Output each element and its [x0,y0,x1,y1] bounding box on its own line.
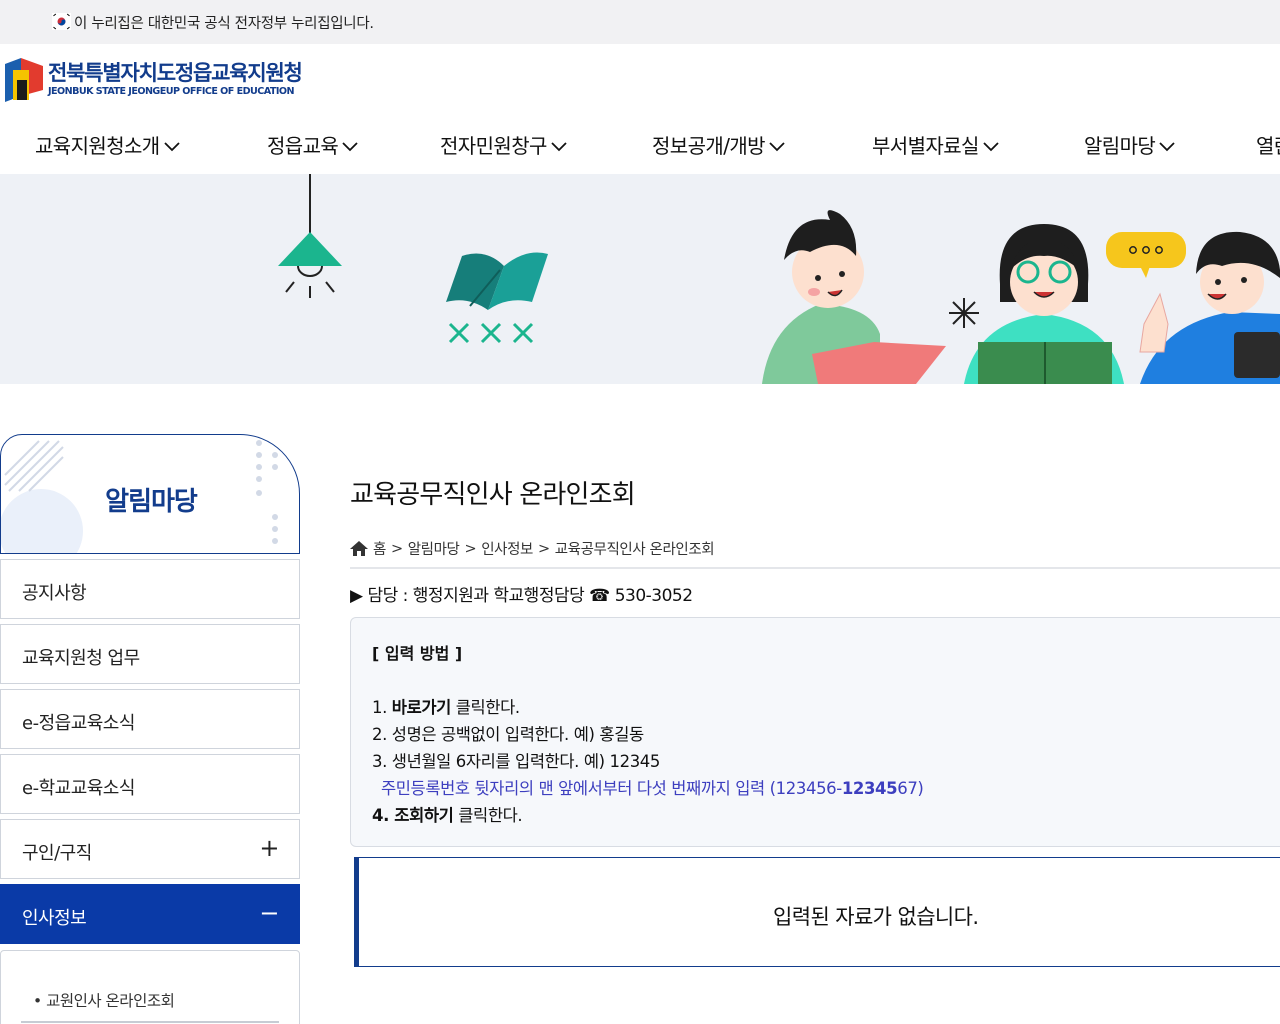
office-name-english[interactable]: JEONBUK STATE JEONGEUP OFFICE OF EDUCATI… [48,86,295,97]
nav-item-notice-board[interactable]: 알림마당 [1084,130,1175,159]
sidebar-item-e-jeongeup-news[interactable]: e-정읍교육소식 [0,689,300,749]
input-guide-box: [ 입력 방법 ] 1. 바로가기 클릭한다. 2. 성명은 공백없이 입력한다… [350,617,1280,847]
nav-item-label: 부서별자료실 [872,134,979,158]
chevron-down-icon [163,141,180,151]
hero-illustration [278,174,1280,384]
guide-shortcut-word: 바로가기 [391,698,452,717]
chevron-down-icon [551,141,567,151]
nav-item-about[interactable]: 교육지원청소개 [35,130,180,159]
guide-step-4: 4. 조회하기 클릭한다. [372,802,523,826]
sidebar-item-label: 공지사항 [22,583,87,604]
student-boy-icon [762,210,946,384]
breadcrumb-notice-board[interactable]: 알림마당 [408,538,460,559]
breadcrumb-separator: > [390,540,403,557]
guide-search-word: 4. 조회하기 [372,806,454,825]
breadcrumb-separator: > [537,540,550,557]
gov-banner-text[interactable]: 이 누리집은 대한민국 공식 전자정부 누리집입니다. [74,12,374,33]
nav-item-civil-service[interactable]: 전자민원창구 [440,130,567,159]
sidebar-item-label: 구인/구직 [22,843,92,864]
guide-step-1: 1. 바로가기 클릭한다. [372,694,520,718]
contact-info: ▶ 담당 : 행정지원과 학교행정담당 ☎ 530-3052 [350,586,693,606]
home-icon[interactable] [350,541,368,556]
guide-note-suffix: 67) [897,779,924,798]
nav-item-department-resources[interactable]: 부서별자료실 [872,130,999,159]
nav-item-jeongeup-education[interactable]: 정읍교육 [267,130,358,159]
breadcrumb-personnel-info[interactable]: 인사정보 [481,538,533,559]
sidebar-item-label: 교육지원청 업무 [22,648,140,669]
office-logo-icon[interactable] [3,56,45,102]
guide-step-3: 3. 생년월일 6자리를 입력한다. 예) 12345 [372,752,660,771]
sidebar-item-personnel-info[interactable]: 인사정보 − [0,884,300,944]
expand-plus-icon: + [259,834,279,862]
chevron-down-icon [983,141,999,151]
breadcrumb-home[interactable]: 홈 [373,538,386,559]
chevron-down-icon [342,141,358,151]
student-girl-icon [964,224,1124,384]
nav-item-label: 전자민원창구 [440,134,547,158]
gov-banner: 이 누리집은 대한민국 공식 전자정부 누리집입니다. [0,0,1280,44]
sparkle-icon [949,298,979,328]
guide-step-4-text: 클릭한다. [453,806,523,825]
guide-step-1-text: 클릭한다. [450,698,520,717]
sidebar-item-label: e-학교교육소식 [22,778,135,799]
sidebar-submenu: • 교원인사 온라인조회 [0,950,300,1024]
main-nav: 교육지원청소개 정읍교육 전자민원창구 정보공개/개방 부서별자료실 알림마당 … [0,112,1280,174]
nav-item-information-disclosure[interactable]: 정보공개/개방 [652,130,785,159]
sidebar-item-e-school-news[interactable]: e-학교교육소식 [0,754,300,814]
guide-note-highlight: 12345 [841,779,898,798]
open-book-icon [446,252,548,344]
guide-heading: [ 입력 방법 ] [372,644,463,663]
guide-ssn-note: 주민등록번호 뒷자리의 맨 앞에서부터 다섯 번째까지 입력 (123456-1… [381,775,924,799]
sidebar-item-jobs[interactable]: 구인/구직 + [0,819,300,879]
result-box: 입력된 자료가 없습니다. [354,857,1280,967]
guide-step-1-number: 1. [372,698,392,717]
collapse-minus-icon: − [259,899,279,927]
sidebar-subitem-label: 교원인사 온라인조회 [46,992,175,1010]
submenu-divider [21,1021,279,1023]
sidebar-header: 알림마당 [0,434,300,554]
nav-item-label: 알림마당 [1084,134,1156,158]
chevron-down-icon [769,141,785,151]
page-title: 교육공무직인사 온라인조회 [350,480,636,510]
lamp-icon [278,174,342,298]
breadcrumb: 홈 > 알림마당 > 인사정보 > 교육공무직인사 온라인조회 [350,538,715,559]
no-data-message: 입력된 자료가 없습니다. [773,905,979,929]
breadcrumb-separator: > [464,540,477,557]
breadcrumb-divider [350,567,1280,569]
guide-note-text: 주민등록번호 뒷자리의 맨 앞에서부터 다섯 번째까지 입력 (123456- [381,779,842,798]
nav-item-label: 교육지원청소개 [35,134,160,158]
korea-flag-icon [52,13,71,30]
speech-bubble-icon [1106,232,1186,278]
nav-item-open-space[interactable]: 열린 [1256,130,1280,159]
sidebar-title: 알림마당 [105,487,198,517]
office-name[interactable]: 전북특별자치도정읍교육지원청 [48,57,303,87]
nav-item-label: 정보공개/개방 [652,134,766,158]
sidebar-subitem-teacher-personnel[interactable]: • 교원인사 온라인조회 [33,989,175,1011]
sidebar-item-notices[interactable]: 공지사항 [0,559,300,619]
breadcrumb-current: 교육공무직인사 온라인조회 [554,542,715,558]
nav-item-label: 열린 [1256,134,1280,158]
hero-banner [0,174,1280,384]
nav-item-label: 정읍교육 [267,134,339,158]
bullet-icon: • [33,992,47,1010]
sidebar-item-label: 인사정보 [22,908,87,929]
guide-step-2: 2. 성명은 공백없이 입력한다. 예) 홍길동 [372,725,644,744]
chevron-down-icon [1159,141,1175,151]
sidebar-item-label: e-정읍교육소식 [22,713,135,734]
sidebar-item-office-work[interactable]: 교육지원청 업무 [0,624,300,684]
